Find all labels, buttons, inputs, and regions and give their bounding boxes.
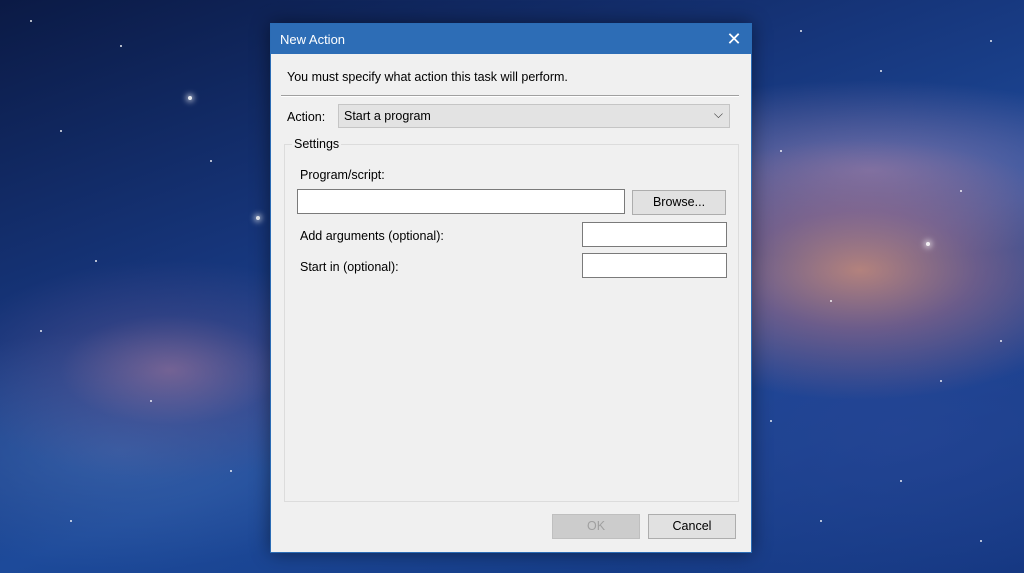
star: [820, 520, 822, 522]
settings-group-label: Settings: [292, 137, 342, 151]
star: [940, 380, 942, 382]
close-button[interactable]: ✕: [717, 24, 751, 54]
dialog-title: New Action: [280, 32, 346, 47]
divider: [281, 95, 739, 97]
cancel-button[interactable]: Cancel: [648, 514, 736, 539]
dialog-titlebar[interactable]: New Action ✕: [271, 24, 751, 54]
star: [40, 330, 42, 332]
star: [95, 260, 97, 262]
star: [800, 30, 802, 32]
star: [880, 70, 882, 72]
chevron-down-icon: ⌵: [713, 107, 723, 121]
arguments-label: Add arguments (optional):: [300, 229, 444, 243]
star: [780, 150, 782, 152]
star: [926, 242, 930, 246]
star: [990, 40, 992, 42]
program-script-input[interactable]: [297, 189, 625, 214]
start-in-input[interactable]: [582, 253, 727, 278]
star: [150, 400, 152, 402]
star: [960, 190, 962, 192]
start-in-label: Start in (optional):: [300, 260, 399, 274]
star: [830, 300, 832, 302]
star: [70, 520, 72, 522]
star: [120, 45, 122, 47]
close-icon: ✕: [726, 29, 742, 49]
action-label: Action:: [287, 110, 326, 124]
arguments-input[interactable]: [582, 222, 727, 247]
star: [60, 130, 62, 132]
star: [230, 470, 232, 472]
star: [188, 96, 192, 100]
star: [980, 540, 982, 542]
star: [210, 160, 212, 162]
star: [30, 20, 32, 22]
star: [1000, 340, 1002, 342]
star: [256, 216, 260, 220]
star: [900, 480, 902, 482]
ok-button[interactable]: OK: [552, 514, 640, 539]
action-dropdown-value: Start a program: [344, 109, 431, 123]
instruction-text: You must specify what action this task w…: [287, 70, 568, 84]
action-dropdown[interactable]: Start a program ⌵: [338, 104, 730, 128]
browse-button[interactable]: Browse...: [632, 190, 726, 215]
new-action-dialog: New Action ✕ You must specify what actio…: [270, 23, 752, 553]
program-script-label: Program/script:: [300, 168, 385, 182]
star: [770, 420, 772, 422]
